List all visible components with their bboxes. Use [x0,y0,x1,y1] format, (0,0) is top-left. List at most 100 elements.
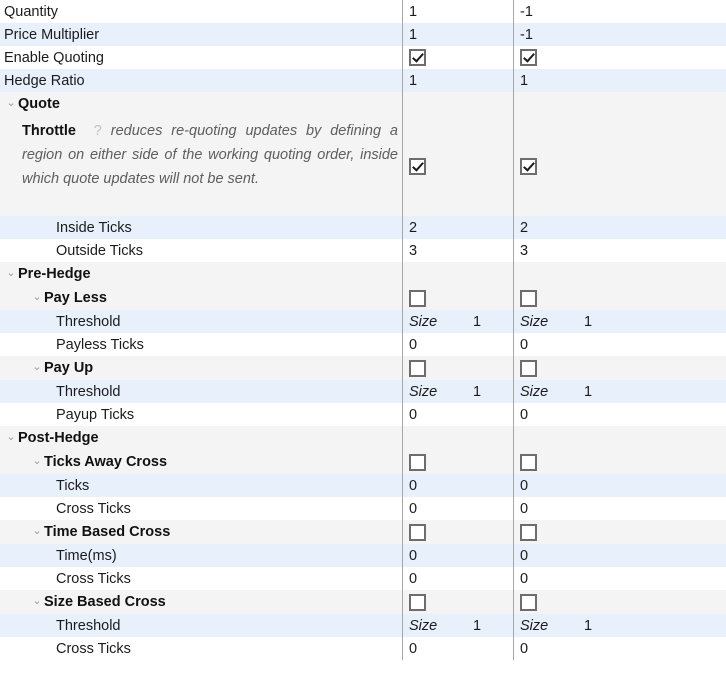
throttle-label-cell[interactable]: ⌄ Throttle ? reduces re-quoting updates b… [0,116,402,216]
chevron-down-icon[interactable]: ⌄ [4,97,18,109]
outside-ticks-col2[interactable]: 3 [513,239,726,262]
payup-ticks-label-cell[interactable]: Payup Ticks [0,403,402,426]
quantity-label-cell[interactable]: Quantity [0,0,402,23]
row-ticks-away-cross[interactable]: ⌄ Ticks Away Cross [0,450,726,474]
row-quote[interactable]: ⌄ Quote [0,92,726,116]
payless-ticks-col2[interactable]: 0 [513,333,726,356]
ticks-col1[interactable]: 0 [402,474,513,497]
hedge-ratio-col2[interactable]: 1 [513,69,726,92]
payless-ticks-col1[interactable]: 0 [402,333,513,356]
hedge-ratio-label-cell[interactable]: Hedge Ratio [0,69,402,92]
row-size-based-cross[interactable]: ⌄ Size Based Cross [0,590,726,614]
size-based-cross-ticks-col1[interactable]: 0 [402,637,513,660]
ticks-away-cross-col1[interactable] [402,450,513,474]
time-based-cross-ticks-col1[interactable]: 0 [402,567,513,590]
row-payup-ticks[interactable]: Payup Ticks 0 0 [0,403,726,426]
throttle-checkbox-col1[interactable] [409,157,426,175]
chevron-down-icon[interactable]: ⌄ [4,267,18,279]
enable-quoting-col2[interactable] [513,46,726,69]
size-based-cross-checkbox-col1[interactable] [409,593,426,611]
inside-ticks-col2[interactable]: 2 [513,216,726,239]
pay-less-col1[interactable] [402,286,513,310]
size-based-threshold-label-cell[interactable]: Threshold [0,614,402,637]
quantity-col2[interactable]: -1 [513,0,726,23]
chevron-down-icon[interactable]: ⌄ [30,291,44,303]
time-based-cross-checkbox-col2[interactable] [520,523,537,541]
size-based-cross-checkbox-col2[interactable] [520,593,537,611]
row-pay-up[interactable]: ⌄ Pay Up [0,356,726,380]
throttle-col2[interactable] [513,116,726,216]
quantity-col1[interactable]: 1 [402,0,513,23]
outside-ticks-label-cell[interactable]: Outside Ticks [0,239,402,262]
chevron-down-icon[interactable]: ⌄ [30,361,44,373]
row-time-based-cross[interactable]: ⌄ Time Based Cross [0,520,726,544]
row-price-multiplier[interactable]: Price Multiplier 1 -1 [0,23,726,46]
enable-quoting-col1[interactable] [402,46,513,69]
pay-less-threshold-col2[interactable]: Size 1 [513,310,726,333]
size-based-cross-col1[interactable] [402,590,513,614]
row-post-hedge[interactable]: ⌄ Post-Hedge [0,426,726,450]
chevron-down-icon[interactable]: ⌄ [30,525,44,537]
pay-less-checkbox-col2[interactable] [520,289,537,307]
size-based-cross-ticks-label-cell[interactable]: Cross Ticks [0,637,402,660]
pay-up-checkbox-col2[interactable] [520,359,537,377]
chevron-down-icon[interactable]: ⌄ [30,122,39,133]
time-ms-col1[interactable]: 0 [402,544,513,567]
throttle-checkbox-col2[interactable] [520,157,537,175]
payup-ticks-col2[interactable]: 0 [513,403,726,426]
row-quantity[interactable]: Quantity 1 -1 [0,0,726,23]
quote-label-cell[interactable]: ⌄ Quote [0,92,402,116]
ticks-away-cross-label-cell[interactable]: ⌄ Ticks Away Cross [0,450,402,474]
pay-up-col1[interactable] [402,356,513,380]
payless-ticks-label-cell[interactable]: Payless Ticks [0,333,402,356]
pay-up-checkbox-col1[interactable] [409,359,426,377]
size-based-threshold-col1[interactable]: Size 1 [402,614,513,637]
size-based-threshold-col2[interactable]: Size 1 [513,614,726,637]
ticks-away-cross-ticks-label-cell[interactable]: Cross Ticks [0,497,402,520]
row-payless-ticks[interactable]: Payless Ticks 0 0 [0,333,726,356]
pre-hedge-label-cell[interactable]: ⌄ Pre-Hedge [0,262,402,286]
pay-up-threshold-col2[interactable]: Size 1 [513,380,726,403]
pay-less-col2[interactable] [513,286,726,310]
inside-ticks-label-cell[interactable]: Inside Ticks [0,216,402,239]
time-based-cross-col1[interactable] [402,520,513,544]
row-pay-up-threshold[interactable]: Threshold Size 1 Size 1 [0,380,726,403]
ticks-away-cross-col2[interactable] [513,450,726,474]
row-pay-less-threshold[interactable]: Threshold Size 1 Size 1 [0,310,726,333]
row-pre-hedge[interactable]: ⌄ Pre-Hedge [0,262,726,286]
size-based-cross-label-cell[interactable]: ⌄ Size Based Cross [0,590,402,614]
row-ticks-away-cross-ticks[interactable]: Cross Ticks 0 0 [0,497,726,520]
ticks-away-cross-ticks-col2[interactable]: 0 [513,497,726,520]
pay-up-threshold-label-cell[interactable]: Threshold [0,380,402,403]
size-based-cross-col2[interactable] [513,590,726,614]
time-based-cross-checkbox-col1[interactable] [409,523,426,541]
row-outside-ticks[interactable]: Outside Ticks 3 3 [0,239,726,262]
row-enable-quoting[interactable]: Enable Quoting [0,46,726,69]
payup-ticks-col1[interactable]: 0 [402,403,513,426]
outside-ticks-col1[interactable]: 3 [402,239,513,262]
time-ms-label-cell[interactable]: Time(ms) [0,544,402,567]
inside-ticks-col1[interactable]: 2 [402,216,513,239]
row-ticks[interactable]: Ticks 0 0 [0,474,726,497]
enable-quoting-label-cell[interactable]: Enable Quoting [0,46,402,69]
row-inside-ticks[interactable]: Inside Ticks 2 2 [0,216,726,239]
price-multiplier-col1[interactable]: 1 [402,23,513,46]
hedge-ratio-col1[interactable]: 1 [402,69,513,92]
row-throttle[interactable]: ⌄ Throttle ? reduces re-quoting updates b… [0,116,726,216]
time-based-cross-col2[interactable] [513,520,726,544]
ticks-away-cross-checkbox-col1[interactable] [409,453,426,471]
ticks-away-cross-checkbox-col2[interactable] [520,453,537,471]
chevron-down-icon[interactable]: ⌄ [4,431,18,443]
pay-less-threshold-label-cell[interactable]: Threshold [0,310,402,333]
pay-less-label-cell[interactable]: ⌄ Pay Less [0,286,402,310]
price-multiplier-label-cell[interactable]: Price Multiplier [0,23,402,46]
pay-up-col2[interactable] [513,356,726,380]
time-ms-col2[interactable]: 0 [513,544,726,567]
enable-quoting-checkbox-col2[interactable] [520,49,537,66]
time-based-cross-ticks-label-cell[interactable]: Cross Ticks [0,567,402,590]
pay-less-threshold-col1[interactable]: Size 1 [402,310,513,333]
time-based-cross-label-cell[interactable]: ⌄ Time Based Cross [0,520,402,544]
help-icon[interactable]: ? [94,123,102,139]
price-multiplier-col2[interactable]: -1 [513,23,726,46]
throttle-col1[interactable] [402,116,513,216]
